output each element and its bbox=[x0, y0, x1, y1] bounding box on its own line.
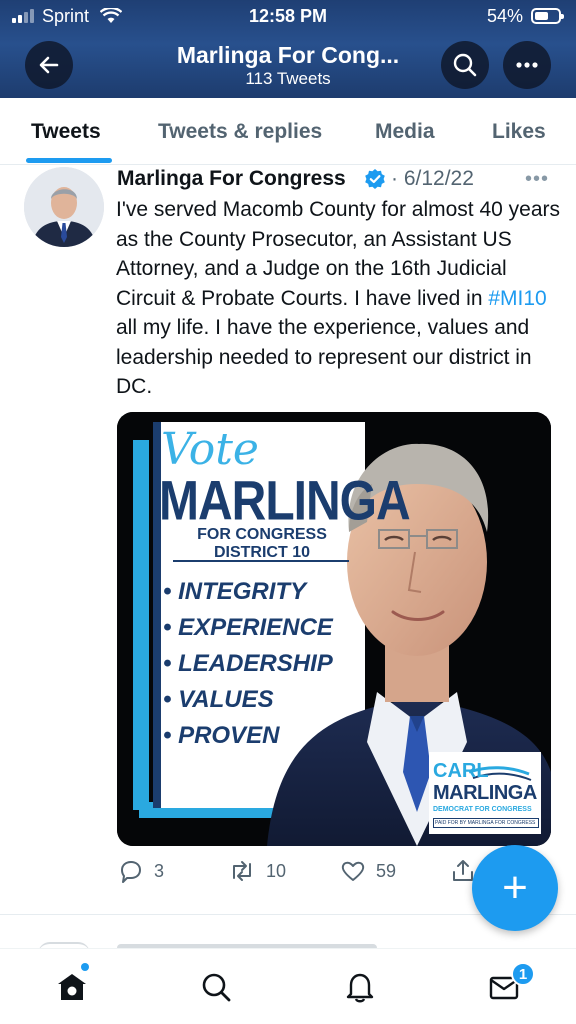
retweet-action[interactable]: 10 bbox=[228, 858, 286, 884]
candidate-photo-icon bbox=[24, 167, 104, 247]
poster-name: MARLINGA bbox=[159, 471, 411, 533]
tweet-text: I've served Macomb County for almost 40 … bbox=[116, 195, 566, 402]
reply-bubble-icon bbox=[121, 861, 141, 883]
poster-bullet: • EXPERIENCE bbox=[163, 614, 333, 641]
poster-bullet: • INTEGRITY bbox=[163, 578, 307, 605]
reply-action[interactable]: 3 bbox=[118, 858, 164, 884]
search-icon bbox=[202, 973, 231, 1002]
tab-likes[interactable]: Likes bbox=[492, 120, 546, 144]
tweet-count: 113 Tweets bbox=[245, 69, 331, 88]
poster-logo-party: DEMOCRAT FOR CONGRESS bbox=[433, 806, 532, 813]
nav-search[interactable] bbox=[196, 967, 236, 1007]
tweet-media-image[interactable]: Vote MARLINGA FOR CONGRESS DISTRICT 10 •… bbox=[117, 412, 551, 846]
poster-bullet: • PROVEN bbox=[163, 722, 280, 749]
poster-bullets: • INTEGRITY • EXPERIENCE • LEADERSHIP • … bbox=[163, 578, 333, 758]
retweet-icon bbox=[233, 861, 251, 881]
tab-tweets-replies[interactable]: Tweets & replies bbox=[158, 120, 322, 144]
tweet-text-part2: all my life. I have the experience, valu… bbox=[116, 316, 532, 398]
home-icon bbox=[58, 974, 86, 1000]
active-tab-indicator bbox=[26, 158, 112, 163]
bell-icon bbox=[346, 973, 374, 1003]
like-count: 59 bbox=[376, 860, 397, 881]
heart-icon bbox=[341, 861, 365, 881]
nav-home[interactable] bbox=[52, 967, 92, 1007]
poster-bullet: • LEADERSHIP bbox=[163, 650, 333, 677]
tweet-more-button[interactable]: ••• bbox=[525, 168, 549, 191]
back-button[interactable] bbox=[25, 41, 73, 89]
like-action[interactable]: 59 bbox=[340, 858, 396, 884]
poster-logo-last: MARLINGA bbox=[433, 782, 537, 804]
poster-vote-text: Vote bbox=[161, 424, 259, 475]
profile-tabs: Tweets Tweets & replies Media Likes bbox=[0, 98, 576, 165]
battery-percent: 54% bbox=[487, 6, 524, 26]
poster-paid-for: PAID FOR BY MARLINGA FOR CONGRESS bbox=[433, 818, 539, 828]
tab-tweets[interactable]: Tweets bbox=[31, 120, 101, 144]
tab-media[interactable]: Media bbox=[375, 120, 435, 144]
reply-count: 3 bbox=[154, 860, 165, 881]
avatar[interactable] bbox=[24, 167, 104, 247]
home-unread-dot bbox=[81, 963, 89, 971]
verified-badge-icon bbox=[365, 169, 385, 189]
search-button[interactable] bbox=[441, 41, 489, 89]
battery-icon bbox=[531, 8, 564, 24]
bottom-navigation bbox=[0, 948, 576, 1024]
retweet-count: 10 bbox=[266, 860, 287, 881]
tweet-author-name[interactable]: Marlinga For Congress bbox=[117, 167, 346, 191]
poster-subtitle: FOR CONGRESS DISTRICT 10 bbox=[197, 526, 327, 561]
nav-notifications[interactable] bbox=[340, 967, 380, 1007]
profile-header: Sprint 12:58 PM 54% Marlinga For Cong...… bbox=[0, 0, 576, 98]
compose-tweet-button[interactable]: + bbox=[472, 845, 558, 931]
profile-name-title: Marlinga For Cong... bbox=[176, 42, 400, 68]
search-icon bbox=[453, 53, 477, 77]
plus-icon: + bbox=[502, 863, 528, 912]
arrow-left-icon bbox=[39, 56, 59, 74]
more-dots-icon bbox=[516, 62, 538, 68]
more-options-button[interactable] bbox=[503, 41, 551, 89]
messages-badge: 1 bbox=[511, 962, 535, 986]
poster-logo-first: CARL bbox=[433, 760, 489, 782]
tweet-date[interactable]: · 6/12/22 bbox=[391, 167, 474, 191]
poster-divider bbox=[173, 560, 349, 562]
hashtag-link[interactable]: #MI10 bbox=[488, 287, 546, 310]
status-bar: Sprint 12:58 PM 54% bbox=[0, 0, 576, 34]
poster-bullet: • VALUES bbox=[163, 686, 274, 713]
poster-blue-stripe bbox=[133, 440, 149, 810]
